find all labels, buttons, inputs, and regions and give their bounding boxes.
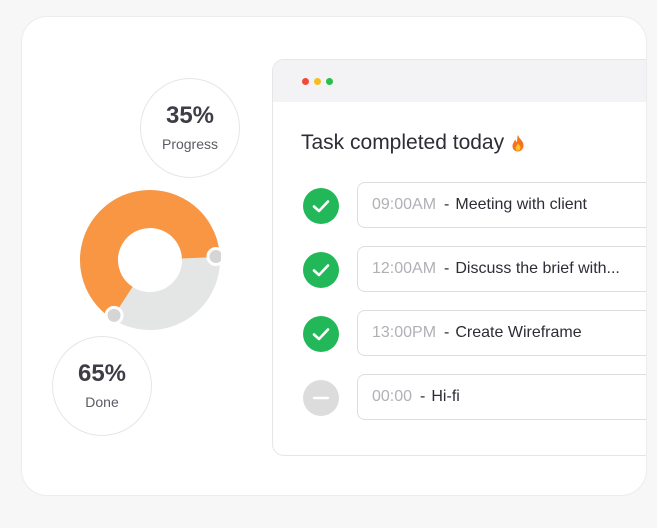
task-summary-card: 35% Progress 65% Done Task completed tod…	[21, 16, 647, 496]
task-time: 09:00AM	[372, 196, 437, 213]
progress-donut-chart	[79, 189, 221, 331]
window-titlebar	[273, 60, 646, 102]
task-name: Discuss the brief with...	[455, 260, 620, 277]
progress-percent: 35%	[165, 102, 215, 129]
task-status-pending[interactable]	[303, 380, 339, 416]
maximize-window-dot[interactable]	[326, 78, 333, 85]
task-row[interactable]: 00:00 - Hi-fi	[303, 374, 646, 422]
donut-progress-marker	[206, 247, 221, 267]
task-separator: -	[444, 196, 450, 213]
task-name: Hi-fi	[431, 388, 460, 405]
task-status-completed[interactable]	[303, 252, 339, 288]
close-window-dot[interactable]	[302, 78, 309, 85]
minimize-window-dot[interactable]	[314, 78, 321, 85]
progress-label: Progress	[161, 136, 219, 152]
task-row[interactable]: 13:00PM - Create Wireframe	[303, 310, 646, 358]
task-item[interactable]: 09:00AM - Meeting with client	[357, 182, 646, 228]
task-time: 13:00PM	[372, 324, 437, 341]
progress-stat: 35% Progress	[140, 78, 240, 178]
done-stat: 65% Done	[52, 336, 152, 436]
check-icon	[312, 200, 330, 213]
window-title-text: Task completed today	[301, 131, 505, 154]
done-percent: 65%	[77, 360, 127, 387]
task-time: 00:00	[372, 388, 413, 405]
task-name: Meeting with client	[455, 196, 587, 213]
task-row[interactable]: 12:00AM - Discuss the brief with...	[303, 246, 646, 294]
check-icon	[312, 264, 330, 277]
task-time: 12:00AM	[372, 260, 437, 277]
task-item[interactable]: 12:00AM - Discuss the brief with...	[357, 246, 646, 292]
task-separator: -	[444, 260, 450, 277]
task-name: Create Wireframe	[455, 324, 582, 341]
task-status-completed[interactable]	[303, 316, 339, 352]
task-item[interactable]: 13:00PM - Create Wireframe	[357, 310, 646, 356]
task-row[interactable]: 09:00AM - Meeting with client	[303, 182, 646, 230]
tasks-window: Task completed today 09:00AM - Meeting w…	[272, 59, 646, 456]
check-icon	[312, 328, 330, 341]
done-label: Done	[85, 394, 119, 410]
fire-icon	[510, 134, 526, 152]
task-separator: -	[444, 324, 450, 341]
window-title: Task completed today	[301, 131, 526, 155]
task-separator: -	[420, 388, 426, 405]
task-item[interactable]: 00:00 - Hi-fi	[357, 374, 646, 420]
donut-svg	[80, 190, 221, 330]
donut-done-marker	[104, 305, 124, 325]
minus-icon	[312, 396, 330, 400]
task-status-completed[interactable]	[303, 188, 339, 224]
